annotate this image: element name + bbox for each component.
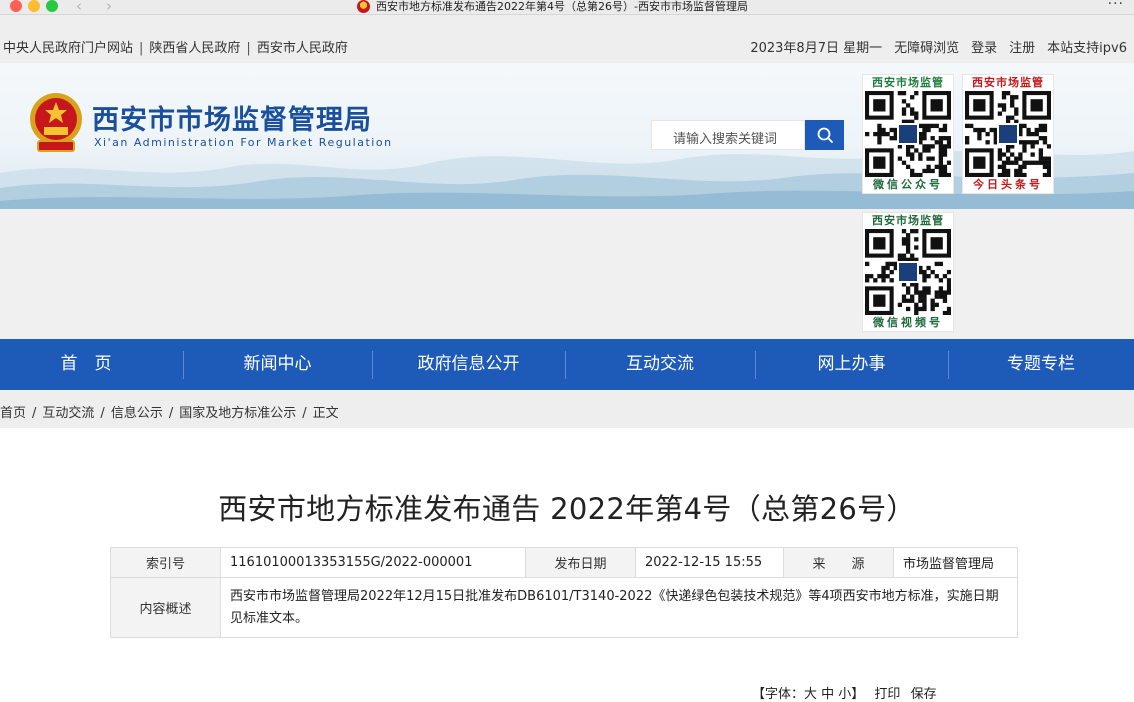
qr-wechat-official: 西安市场监管 微信公众号 (862, 74, 954, 194)
qr-pattern (865, 229, 952, 316)
breadcrumb-info-notice[interactable]: 信息公示 (111, 406, 163, 421)
summary-value: 西安市市场监督管理局2022年12月15日批准发布DB6101/T3140-20… (220, 577, 1018, 638)
register-link[interactable]: 注册 (1009, 37, 1035, 56)
header-lower-band (0, 209, 1134, 339)
nav-news[interactable]: 新闻中心 (183, 339, 372, 390)
breadcrumb-separator: / (100, 406, 105, 421)
window-maximize-button[interactable] (46, 0, 58, 12)
index-value: 11610100013353155G/2022-000001 (220, 547, 526, 578)
breadcrumb-interaction[interactable]: 互动交流 (42, 406, 94, 421)
qr-code-image (865, 91, 952, 178)
qr-caption: 今日头条号 (973, 178, 1043, 191)
summary-label: 内容概述 (110, 577, 221, 638)
qr-pattern (965, 91, 1052, 178)
print-button[interactable]: 打印 (874, 687, 900, 702)
link-central-gov[interactable]: 中央人民政府门户网站 (3, 37, 133, 56)
breadcrumb-home[interactable]: 首页 (0, 406, 26, 421)
separator: | (139, 41, 144, 56)
window-close-button[interactable] (10, 0, 22, 12)
site-name: 西安市市场监督管理局 (92, 105, 372, 136)
qr-heading: 西安市场监管 (872, 76, 944, 89)
more-icon[interactable]: ··· (1108, 0, 1124, 12)
search-input[interactable]: 请输入搜索关键词 (651, 120, 805, 150)
nav-gov-info[interactable]: 政府信息公开 (372, 339, 565, 390)
separator: | (246, 41, 251, 56)
forward-arrow-icon[interactable]: › (106, 0, 112, 15)
source-value: 市场监督管理局 (893, 547, 1018, 578)
qr-wechat-video: 西安市场监管 微信视频号 (862, 212, 954, 332)
breadcrumb-standards-notice[interactable]: 国家及地方标准公示 (179, 406, 296, 421)
qr-pattern (865, 91, 952, 178)
save-button[interactable]: 保存 (911, 687, 937, 702)
accessibility-link[interactable]: 无障碍浏览 (894, 37, 959, 56)
window-minimize-button[interactable] (28, 0, 40, 12)
window-titlebar: ‹ › 西安市地方标准发布通告2022年第4号（总第26号）-西安市市场监督管理… (0, 0, 1134, 15)
link-shaanxi-gov[interactable]: 陕西省人民政府 (149, 37, 240, 56)
window-title: 西安市地方标准发布通告2022年第4号（总第26号）-西安市市场监督管理局 (376, 0, 748, 13)
nav-home[interactable]: 首 页 (0, 339, 172, 390)
user-links: 2023年8月7日 星期一 无障碍浏览 登录 注册 本站支持ipv6 (750, 37, 1127, 56)
search-icon (817, 127, 833, 143)
main-nav: 首 页 新闻中心 政府信息公开 互动交流 网上办事 专题专栏 (0, 339, 1134, 390)
breadcrumb-separator: / (168, 406, 174, 421)
source-label: 来 源 (783, 547, 894, 578)
favicon-emblem-icon (357, 0, 370, 13)
article-meta-table: 索引号 11610100013353155G/2022-000001 发布日期 … (110, 547, 1018, 638)
article-toolbar: 【字体：大 中 小】 打印 保存 (752, 683, 943, 702)
table-row: 内容概述 西安市市场监督管理局2022年12月15日批准发布DB6101/T31… (110, 577, 1018, 638)
link-xian-gov[interactable]: 西安市人民政府 (257, 37, 348, 56)
gov-links: 中央人民政府门户网站 | 陕西省人民政府 | 西安市人民政府 (3, 37, 348, 56)
login-link[interactable]: 登录 (971, 37, 997, 56)
qr-toutiao: 西安市场监管 今日头条号 (962, 74, 1054, 194)
breadcrumb: 首页 / 互动交流 / 信息公示 / 国家及地方标准公示 / 正文 (0, 390, 1134, 428)
article-title: 西安市地方标准发布通告 2022年第4号（总第26号） (218, 492, 916, 526)
national-emblem-icon (30, 93, 82, 152)
nav-special-topics[interactable]: 专题专栏 (948, 339, 1134, 390)
qr-code-image (865, 229, 952, 316)
breadcrumb-separator: / (32, 406, 37, 421)
search-button[interactable] (805, 120, 844, 150)
breadcrumb-separator: / (302, 406, 307, 421)
index-label: 索引号 (110, 547, 221, 578)
date-label: 发布日期 (525, 547, 636, 578)
current-date: 2023年8月7日 星期一 (750, 41, 883, 56)
qr-caption: 微信公众号 (873, 178, 943, 191)
qr-heading: 西安市场监管 (972, 76, 1044, 89)
nav-online-services[interactable]: 网上办事 (755, 339, 948, 390)
qr-caption: 微信视频号 (873, 316, 943, 329)
table-row: 索引号 11610100013353155G/2022-000001 发布日期 … (110, 547, 1018, 578)
qr-code-image (965, 91, 1052, 178)
font-size-switch[interactable]: 【字体：大 中 小】 (752, 687, 864, 702)
site-name-en: Xi'an Administration For Market Regulati… (94, 136, 393, 149)
top-links-bar: 中央人民政府门户网站 | 陕西省人民政府 | 西安市人民政府 2023年8月7日 星期一… (0, 15, 1134, 63)
ipv6-notice: 本站支持ipv6 (1047, 41, 1127, 56)
nav-interaction[interactable]: 互动交流 (565, 339, 755, 390)
date-value: 2022-12-15 15:55 (635, 547, 784, 578)
back-arrow-icon[interactable]: ‹ (76, 0, 82, 15)
qr-heading: 西安市场监管 (872, 214, 944, 227)
breadcrumb-current: 正文 (312, 406, 339, 421)
